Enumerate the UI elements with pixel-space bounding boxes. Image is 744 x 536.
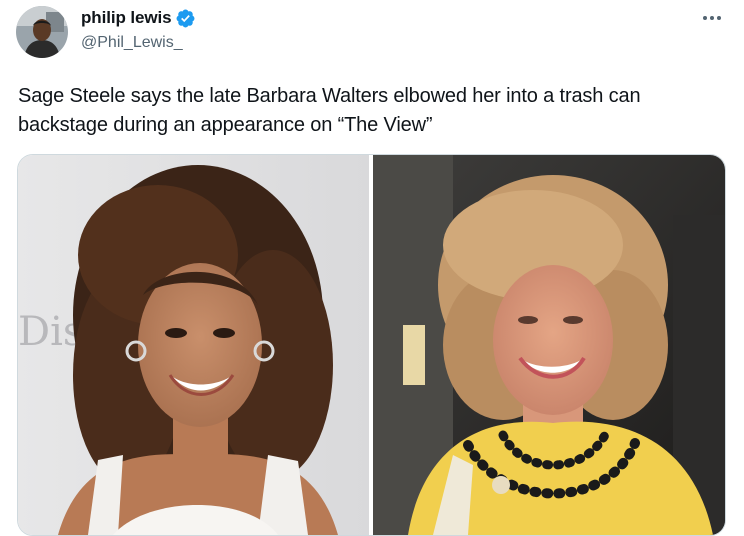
tweet-text: Sage Steele says the late Barbara Walter… [18, 85, 641, 136]
avatar[interactable] [16, 6, 68, 58]
verified-badge-icon[interactable] [175, 8, 196, 29]
author-name-row[interactable]: philip lewis [81, 7, 196, 29]
more-horizontal-icon [703, 16, 721, 20]
portrait-image: Dis [18, 155, 369, 535]
profile-photo-icon [16, 6, 68, 58]
portrait-image [373, 155, 725, 535]
photo-sage-steele[interactable]: Dis [18, 155, 369, 535]
photo-barbara-walters[interactable] [373, 155, 725, 535]
tweet[interactable]: philip lewis @Phil_Lewis_ Sage Steele sa… [0, 0, 744, 536]
media-grid: Dis [17, 154, 726, 536]
more-options-button[interactable] [698, 8, 726, 28]
author-display-name[interactable]: philip lewis [81, 8, 172, 28]
author-handle[interactable]: @Phil_Lewis_ [81, 34, 183, 52]
